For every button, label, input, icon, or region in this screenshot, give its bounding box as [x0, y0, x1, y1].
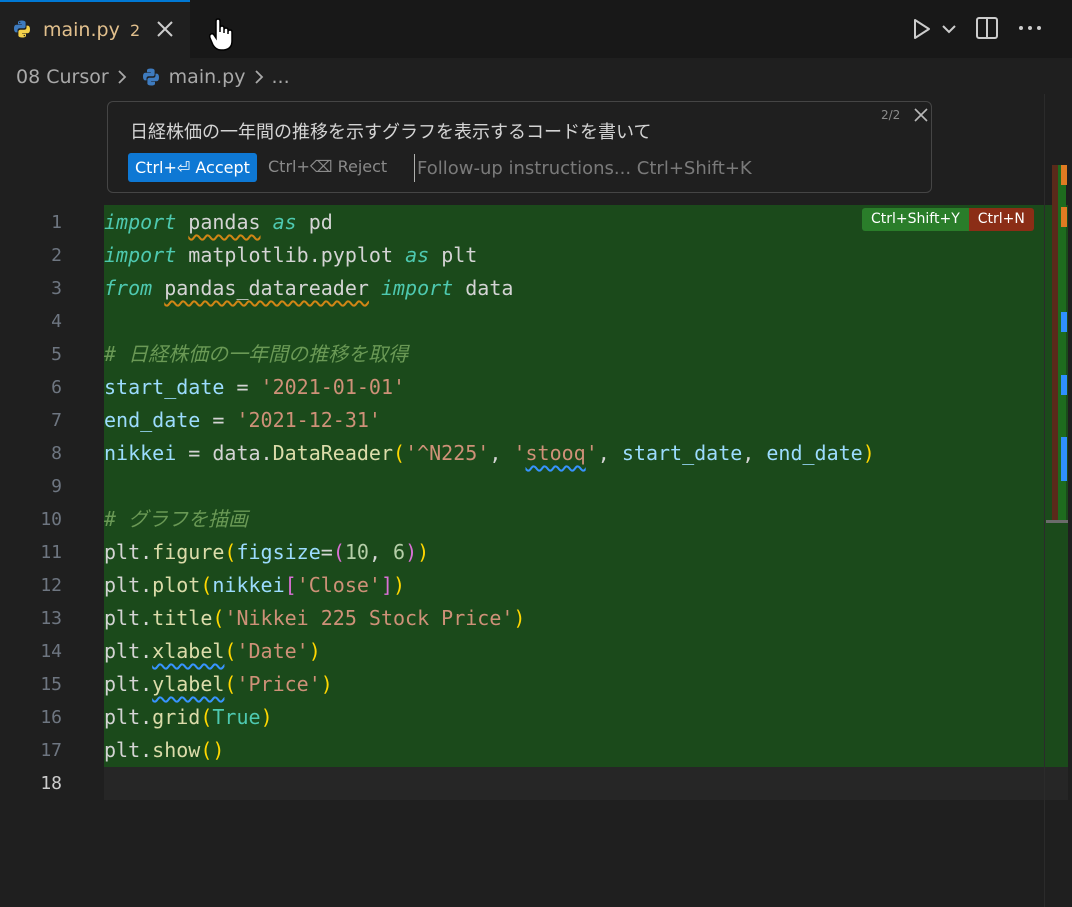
- close-icon[interactable]: [911, 105, 931, 125]
- code-line[interactable]: start_date = '2021-01-01': [104, 371, 405, 404]
- overview-info-marker: [1061, 437, 1067, 481]
- line-number-active: 18: [40, 773, 62, 794]
- code-line[interactable]: plt.plot(nikkei['Close']): [104, 569, 405, 602]
- line-number: 1: [51, 212, 62, 233]
- overview-info-marker: [1061, 312, 1067, 332]
- line-number: 2: [51, 245, 62, 266]
- reject-diff-badge[interactable]: Ctrl+N: [968, 208, 1034, 231]
- overview-info-marker: [1061, 375, 1067, 395]
- breadcrumb-more[interactable]: ...: [272, 66, 290, 88]
- prompt-page-indicator: 2/2: [881, 108, 901, 122]
- line-number: 6: [51, 377, 62, 398]
- line-number: 9: [51, 476, 62, 497]
- breadcrumb-folder[interactable]: 08 Cursor: [16, 66, 109, 88]
- prompt-question: 日経株価の一年間の推移を示すグラフを表示するコードを書いて: [130, 122, 652, 143]
- chevron-right-icon: [254, 70, 263, 84]
- inline-prompt-panel: 日経株価の一年間の推移を示すグラフを表示するコードを書いて 2/2 Ctrl+⏎…: [107, 101, 932, 193]
- code-line[interactable]: plt.xlabel('Date'): [104, 635, 321, 668]
- breadcrumb: 08 Cursor main.py ...: [16, 62, 290, 92]
- code-line[interactable]: import pandas as pd: [104, 206, 333, 239]
- run-icon[interactable]: [908, 16, 934, 42]
- overview-ruler: [1052, 165, 1072, 522]
- breadcrumb-file[interactable]: main.py: [169, 66, 246, 88]
- chevron-right-icon: [118, 70, 126, 84]
- code-line[interactable]: plt.grid(True): [104, 701, 273, 734]
- accept-button[interactable]: Ctrl+⏎ Accept: [128, 153, 257, 182]
- accept-diff-badge[interactable]: Ctrl+Shift+Y: [862, 208, 969, 231]
- reject-button[interactable]: Ctrl+⌫ Reject: [268, 157, 387, 176]
- tab-problem-count: 2: [130, 21, 141, 40]
- code-editor[interactable]: 1 2 3 4 5 6 7 8 9 10 11 12 13 14 15 16 1…: [0, 205, 1072, 907]
- line-number: 17: [40, 740, 62, 761]
- tab-filename: main.py: [43, 19, 120, 41]
- overview-warning-marker: [1061, 165, 1067, 185]
- chevron-down-icon[interactable]: [940, 20, 958, 38]
- close-icon[interactable]: [153, 16, 177, 42]
- line-number: 11: [40, 542, 62, 563]
- line-number: 4: [51, 311, 62, 332]
- line-number: 10: [40, 509, 62, 530]
- code-line[interactable]: # グラフを描画: [104, 503, 248, 536]
- line-number: 15: [40, 674, 62, 695]
- code-line[interactable]: plt.show(): [104, 734, 224, 767]
- code-line[interactable]: plt.figure(figsize=(10, 6)): [104, 536, 429, 569]
- line-number: 12: [40, 575, 62, 596]
- code-line[interactable]: nikkei = data.DataReader('^N225', 'stooq…: [104, 437, 875, 470]
- line-number: 16: [40, 707, 62, 728]
- line-number: 7: [51, 410, 62, 431]
- scrollbar-track[interactable]: [1044, 94, 1045, 907]
- code-line[interactable]: plt.title('Nikkei 225 Stock Price'): [104, 602, 525, 635]
- code-line[interactable]: # 日経株価の一年間の推移を取得: [104, 338, 408, 371]
- python-file-icon: [142, 68, 159, 86]
- python-file-icon: [14, 20, 30, 38]
- scrollbar-thumb[interactable]: [1046, 520, 1068, 523]
- line-number: 13: [40, 608, 62, 629]
- line-number: 14: [40, 641, 62, 662]
- code-line[interactable]: plt.ylabel('Price'): [104, 668, 333, 701]
- code-line[interactable]: import matplotlib.pyplot as plt: [104, 239, 477, 272]
- line-number: 3: [51, 278, 62, 299]
- followup-input[interactable]: [414, 154, 914, 182]
- hand-pointer-icon: [208, 18, 233, 51]
- current-line-highlight: [104, 767, 1068, 800]
- code-line[interactable]: from pandas_datareader import data: [104, 272, 513, 305]
- more-actions-icon[interactable]: [1016, 15, 1044, 41]
- tab-main-py[interactable]: main.py 2: [0, 0, 190, 58]
- line-number: 5: [51, 344, 62, 365]
- diff-keybinding-badges: Ctrl+Shift+Y Ctrl+N: [862, 208, 1034, 231]
- split-editor-icon[interactable]: [974, 15, 1000, 41]
- line-number: 8: [51, 443, 62, 464]
- tab-bar: main.py 2: [0, 0, 1072, 58]
- code-line[interactable]: end_date = '2021-12-31': [104, 404, 381, 437]
- overview-warning-marker: [1061, 207, 1067, 227]
